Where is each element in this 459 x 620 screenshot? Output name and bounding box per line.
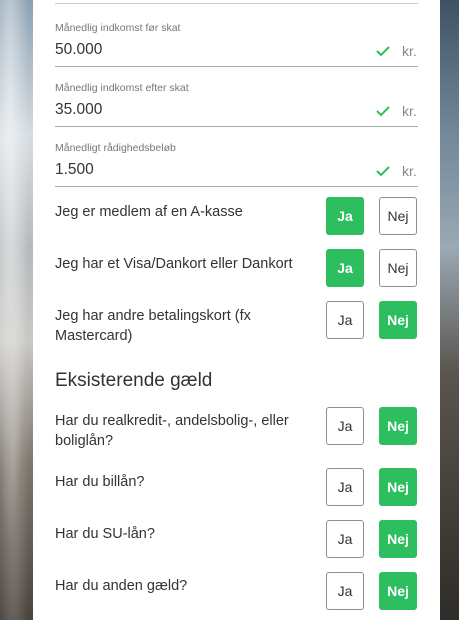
income-after-tax-field[interactable]: Månedlig indkomst efter skat 35.000 kr. xyxy=(55,82,418,142)
form-panel: Månedlig indkomst før skat 50.000 kr. Må… xyxy=(33,0,440,620)
field-label: Månedligt rådighedsbeløb xyxy=(55,142,176,154)
divider xyxy=(55,3,418,4)
field-label: Månedlig indkomst før skat xyxy=(55,22,181,34)
yes-button[interactable]: Ja xyxy=(326,520,364,558)
unit-label: kr. xyxy=(402,103,417,119)
field-label: Månedlig indkomst efter skat xyxy=(55,82,189,94)
yes-button[interactable]: Ja xyxy=(326,407,364,445)
no-button[interactable]: Nej xyxy=(379,249,417,287)
check-icon xyxy=(376,106,390,117)
yes-button[interactable]: Ja xyxy=(326,197,364,235)
yes-button[interactable]: Ja xyxy=(326,572,364,610)
check-icon xyxy=(376,166,390,177)
unit-label: kr. xyxy=(402,43,417,59)
no-button[interactable]: Nej xyxy=(379,301,417,339)
no-button[interactable]: Nej xyxy=(379,197,417,235)
no-button[interactable]: Nej xyxy=(379,520,417,558)
question-visa-dankort: Jeg har et Visa/Dankort eller Dankort xyxy=(55,256,293,272)
yes-button[interactable]: Ja xyxy=(326,249,364,287)
field-value[interactable]: 1.500 xyxy=(55,161,94,179)
question-other-debt: Har du anden gæld? xyxy=(55,578,188,594)
background-right xyxy=(440,0,459,620)
field-value[interactable]: 35.000 xyxy=(55,101,102,119)
no-button[interactable]: Nej xyxy=(379,572,417,610)
income-before-tax-field[interactable]: Månedlig indkomst før skat 50.000 kr. xyxy=(55,22,418,82)
no-button[interactable]: Nej xyxy=(379,468,417,506)
field-value[interactable]: 50.000 xyxy=(55,41,102,59)
question-other-cards: Jeg har andre betalingskort (fx Masterca… xyxy=(55,308,251,344)
disposable-amount-field[interactable]: Månedligt rådighedsbeløb 1.500 kr. xyxy=(55,142,418,202)
question-su-loan: Har du SU-lån? xyxy=(55,526,155,542)
no-button[interactable]: Nej xyxy=(379,407,417,445)
yes-button[interactable]: Ja xyxy=(326,301,364,339)
question-car-loan: Har du billån? xyxy=(55,474,145,490)
question-mortgage: Har du realkredit-, andelsbolig-, eller … xyxy=(55,413,289,449)
background-left xyxy=(0,0,33,620)
question-a-kasse: Jeg er medlem af en A-kasse xyxy=(55,204,243,220)
yes-button[interactable]: Ja xyxy=(326,468,364,506)
field-underline xyxy=(55,126,418,127)
section-heading: Eksisterende gæld xyxy=(55,370,213,391)
check-icon xyxy=(376,46,390,57)
field-underline xyxy=(55,66,418,67)
unit-label: kr. xyxy=(402,163,417,179)
field-underline xyxy=(55,186,418,187)
